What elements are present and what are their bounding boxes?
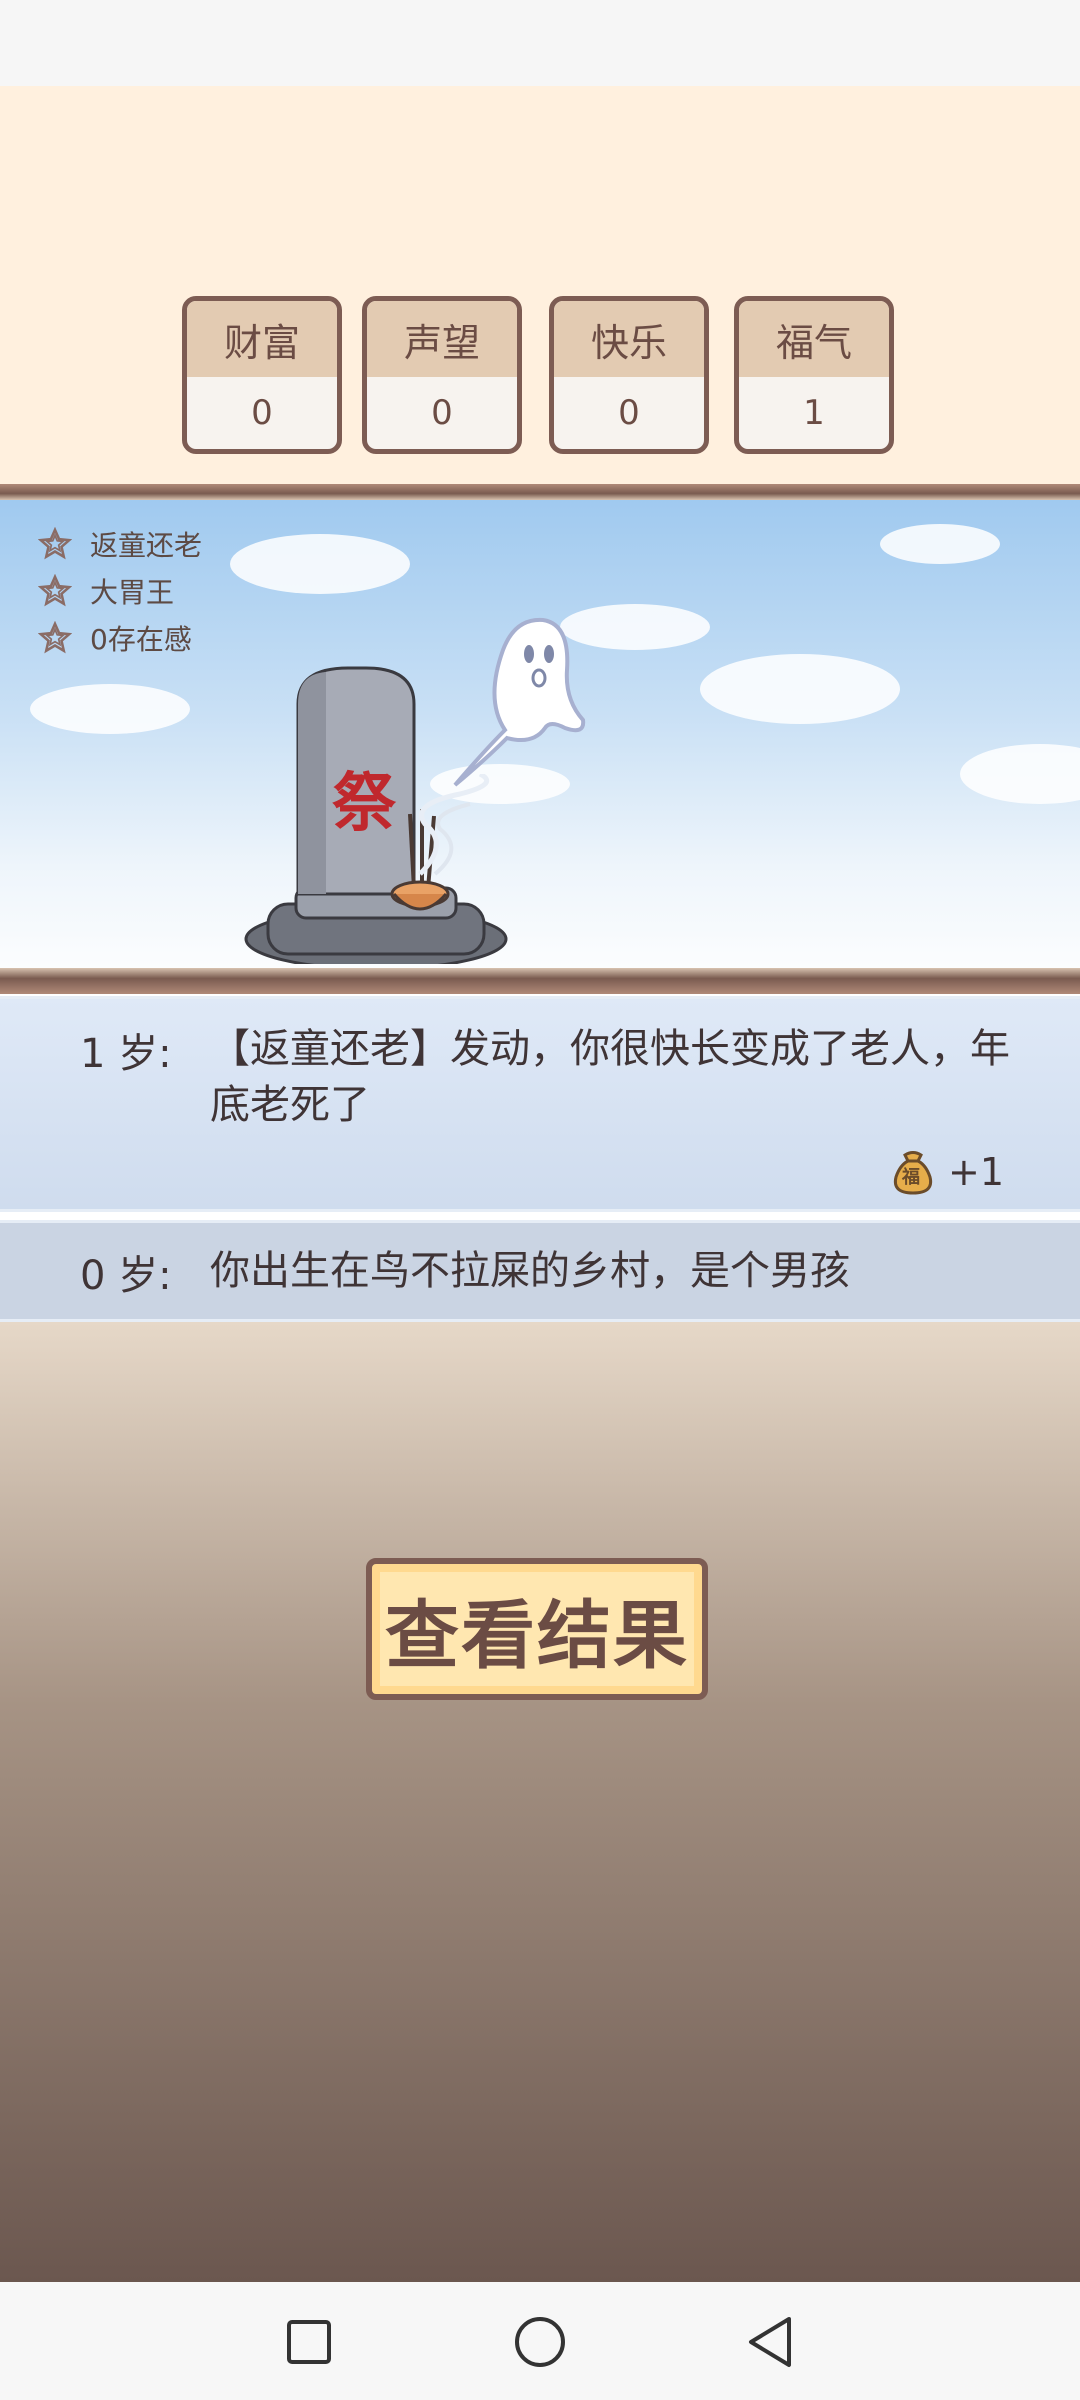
stat-happiness: 快乐 0 [549, 296, 709, 454]
cloud [700, 654, 900, 724]
reward-row: 福 +1 [888, 1147, 1004, 1197]
home-button[interactable] [500, 2302, 580, 2382]
talent-item: 大胃王 [38, 567, 202, 614]
navigation-bar [0, 2282, 1080, 2400]
talent-list: 返童还老 大胃王 0存在感 [38, 520, 202, 661]
talent-name: 0存在感 [90, 622, 192, 656]
stat-label: 财富 [187, 301, 337, 377]
smoke-icon [418, 774, 490, 876]
cloud [960, 744, 1080, 804]
back-button[interactable] [730, 2302, 810, 2382]
stat-wealth: 财富 0 [182, 296, 342, 454]
stat-label: 快乐 [554, 301, 704, 377]
reward-value: +1 [948, 1150, 1005, 1194]
talent-name: 返童还老 [90, 528, 203, 562]
talent-item: 0存在感 [38, 614, 202, 661]
scene-frame-top [0, 484, 1080, 500]
log-text: 你出生在鸟不拉屎的乡村，是个男孩 [210, 1248, 850, 1294]
square-icon [287, 2320, 331, 2364]
view-result-label: 查看结果 [385, 1592, 689, 1679]
stat-value: 0 [431, 393, 453, 433]
scene-frame-bottom [0, 968, 1080, 994]
ghost-icon [453, 617, 586, 787]
view-result-button[interactable]: 查看结果 [366, 1558, 708, 1700]
triangle-back-icon [749, 2317, 791, 2367]
stat-luck: 福气 1 [734, 296, 894, 454]
bottom-area [0, 1322, 1080, 2282]
stat-label: 声望 [367, 301, 517, 377]
log-age: 1 岁: [80, 1031, 172, 1077]
cloud [230, 534, 410, 594]
status-bar [0, 0, 1080, 86]
circle-icon [515, 2317, 565, 2367]
lucky-bag-char: 福 [902, 1167, 920, 1188]
stat-reputation: 声望 0 [362, 296, 522, 454]
cloud [30, 684, 190, 734]
recent-apps-button[interactable] [269, 2302, 349, 2382]
stat-label: 福气 [739, 301, 889, 377]
star-outline-icon [38, 573, 72, 606]
star-outline-icon [38, 620, 72, 653]
stat-value: 1 [803, 393, 825, 433]
stat-value: 0 [618, 393, 640, 433]
talent-name: 大胃王 [90, 575, 175, 609]
log-entry: 1 岁: 【返童还老】发动，你很快长变成了老人，年底老死了 福 +1 [0, 996, 1080, 1212]
star-outline-icon [38, 526, 72, 559]
talent-item: 返童还老 [38, 520, 202, 567]
log-entry: 0 岁: 你出生在鸟不拉屎的乡村，是个男孩 [0, 1220, 1080, 1322]
stat-value: 0 [251, 393, 273, 433]
cloud [880, 524, 1000, 564]
log-age: 0 岁: [80, 1253, 172, 1299]
stats-header [0, 86, 1080, 486]
log-text: 【返童还老】发动，你很快长变成了老人，年底老死了 [210, 1026, 1010, 1128]
